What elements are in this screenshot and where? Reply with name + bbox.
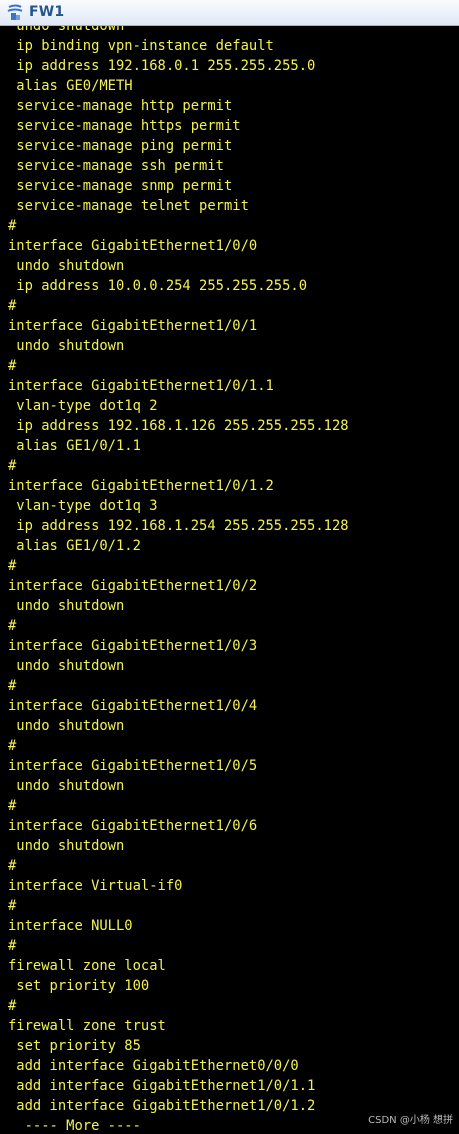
terminal-line: # <box>8 558 17 574</box>
terminal-line: ip binding vpn-instance default <box>8 38 274 54</box>
window-titlebar[interactable]: FW1 <box>0 0 459 26</box>
terminal-line: interface GigabitEthernet1/0/3 <box>8 638 258 654</box>
terminal-line: undo shutdown <box>8 338 125 354</box>
terminal-line: interface Virtual-if0 <box>8 878 183 894</box>
terminal-line: # <box>8 858 17 874</box>
terminal-line: alias GE1/0/1.1 <box>8 438 141 454</box>
terminal-line: interface GigabitEthernet1/0/1.2 <box>8 478 274 494</box>
terminal-line: undo shutdown <box>8 658 125 674</box>
terminal-line: undo shutdown <box>8 26 125 34</box>
terminal-line: vlan-type dot1q 3 <box>8 498 158 514</box>
terminal-line: alias GE1/0/1.2 <box>8 538 141 554</box>
terminal-line: # <box>8 798 17 814</box>
terminal-line: vlan-type dot1q 2 <box>8 398 158 414</box>
terminal-line: undo shutdown <box>8 718 125 734</box>
terminal-line: # <box>8 298 17 314</box>
terminal-line: service-manage ping permit <box>8 138 233 154</box>
terminal-line: interface GigabitEthernet1/0/5 <box>8 758 258 774</box>
terminal-line: # <box>8 458 17 474</box>
terminal-line: interface GigabitEthernet1/0/2 <box>8 578 258 594</box>
terminal-line: service-manage http permit <box>8 98 233 114</box>
terminal-line: ip address 192.168.1.126 255.255.255.128 <box>8 418 349 434</box>
terminal-line: undo shutdown <box>8 778 125 794</box>
terminal-line: # <box>8 678 17 694</box>
terminal-line: # <box>8 358 17 374</box>
terminal-window: FW1 ---- More ---- undo shutdown ip bind… <box>0 0 459 1134</box>
terminal-line: undo shutdown <box>8 258 125 274</box>
terminal-line: add interface GigabitEthernet0/0/0 <box>8 1058 299 1074</box>
terminal-line: alias GE0/METH <box>8 78 133 94</box>
terminal-line: interface GigabitEthernet1/0/1 <box>8 318 258 334</box>
terminal-line: add interface GigabitEthernet1/0/1.2 <box>8 1098 316 1114</box>
watermark-text: CSDN @小杨 想拼 <box>368 1115 453 1126</box>
terminal-line: firewall zone local <box>8 958 166 974</box>
terminal-line: ip address 192.168.0.1 255.255.255.0 <box>8 58 316 74</box>
terminal-line: ip address 10.0.0.254 255.255.255.0 <box>8 278 308 294</box>
terminal-line: # <box>8 998 17 1014</box>
terminal-line: interface GigabitEthernet1/0/1.1 <box>8 378 274 394</box>
terminal-line: interface NULL0 <box>8 918 133 934</box>
terminal-line: ip address 192.168.1.254 255.255.255.128 <box>8 518 349 534</box>
terminal-line: # <box>8 618 17 634</box>
terminal-line: service-manage https permit <box>8 118 241 134</box>
terminal-line: # <box>8 738 17 754</box>
terminal-line: interface GigabitEthernet1/0/0 <box>8 238 258 254</box>
terminal-line: interface GigabitEthernet1/0/6 <box>8 818 258 834</box>
terminal-line: service-manage telnet permit <box>8 198 249 214</box>
terminal-app-icon <box>6 4 24 22</box>
terminal-line: service-manage snmp permit <box>8 178 233 194</box>
window-title: FW1 <box>29 4 65 20</box>
terminal-line: set priority 85 <box>8 1038 141 1054</box>
terminal-line: add interface GigabitEthernet1/0/1.1 <box>8 1078 316 1094</box>
terminal-line: # <box>8 218 17 234</box>
terminal-line: interface GigabitEthernet1/0/4 <box>8 698 258 714</box>
terminal-line: undo shutdown <box>8 838 125 854</box>
terminal-line: firewall zone trust <box>8 1018 166 1034</box>
terminal-line: undo shutdown <box>8 598 125 614</box>
terminal-line: # <box>8 938 17 954</box>
terminal-output[interactable]: ---- More ---- undo shutdown ip binding … <box>0 26 459 1134</box>
more-prompt: ---- More ---- <box>8 1118 141 1134</box>
terminal-line: set priority 100 <box>8 978 150 994</box>
terminal-line: # <box>8 898 17 914</box>
terminal-line: service-manage ssh permit <box>8 158 224 174</box>
